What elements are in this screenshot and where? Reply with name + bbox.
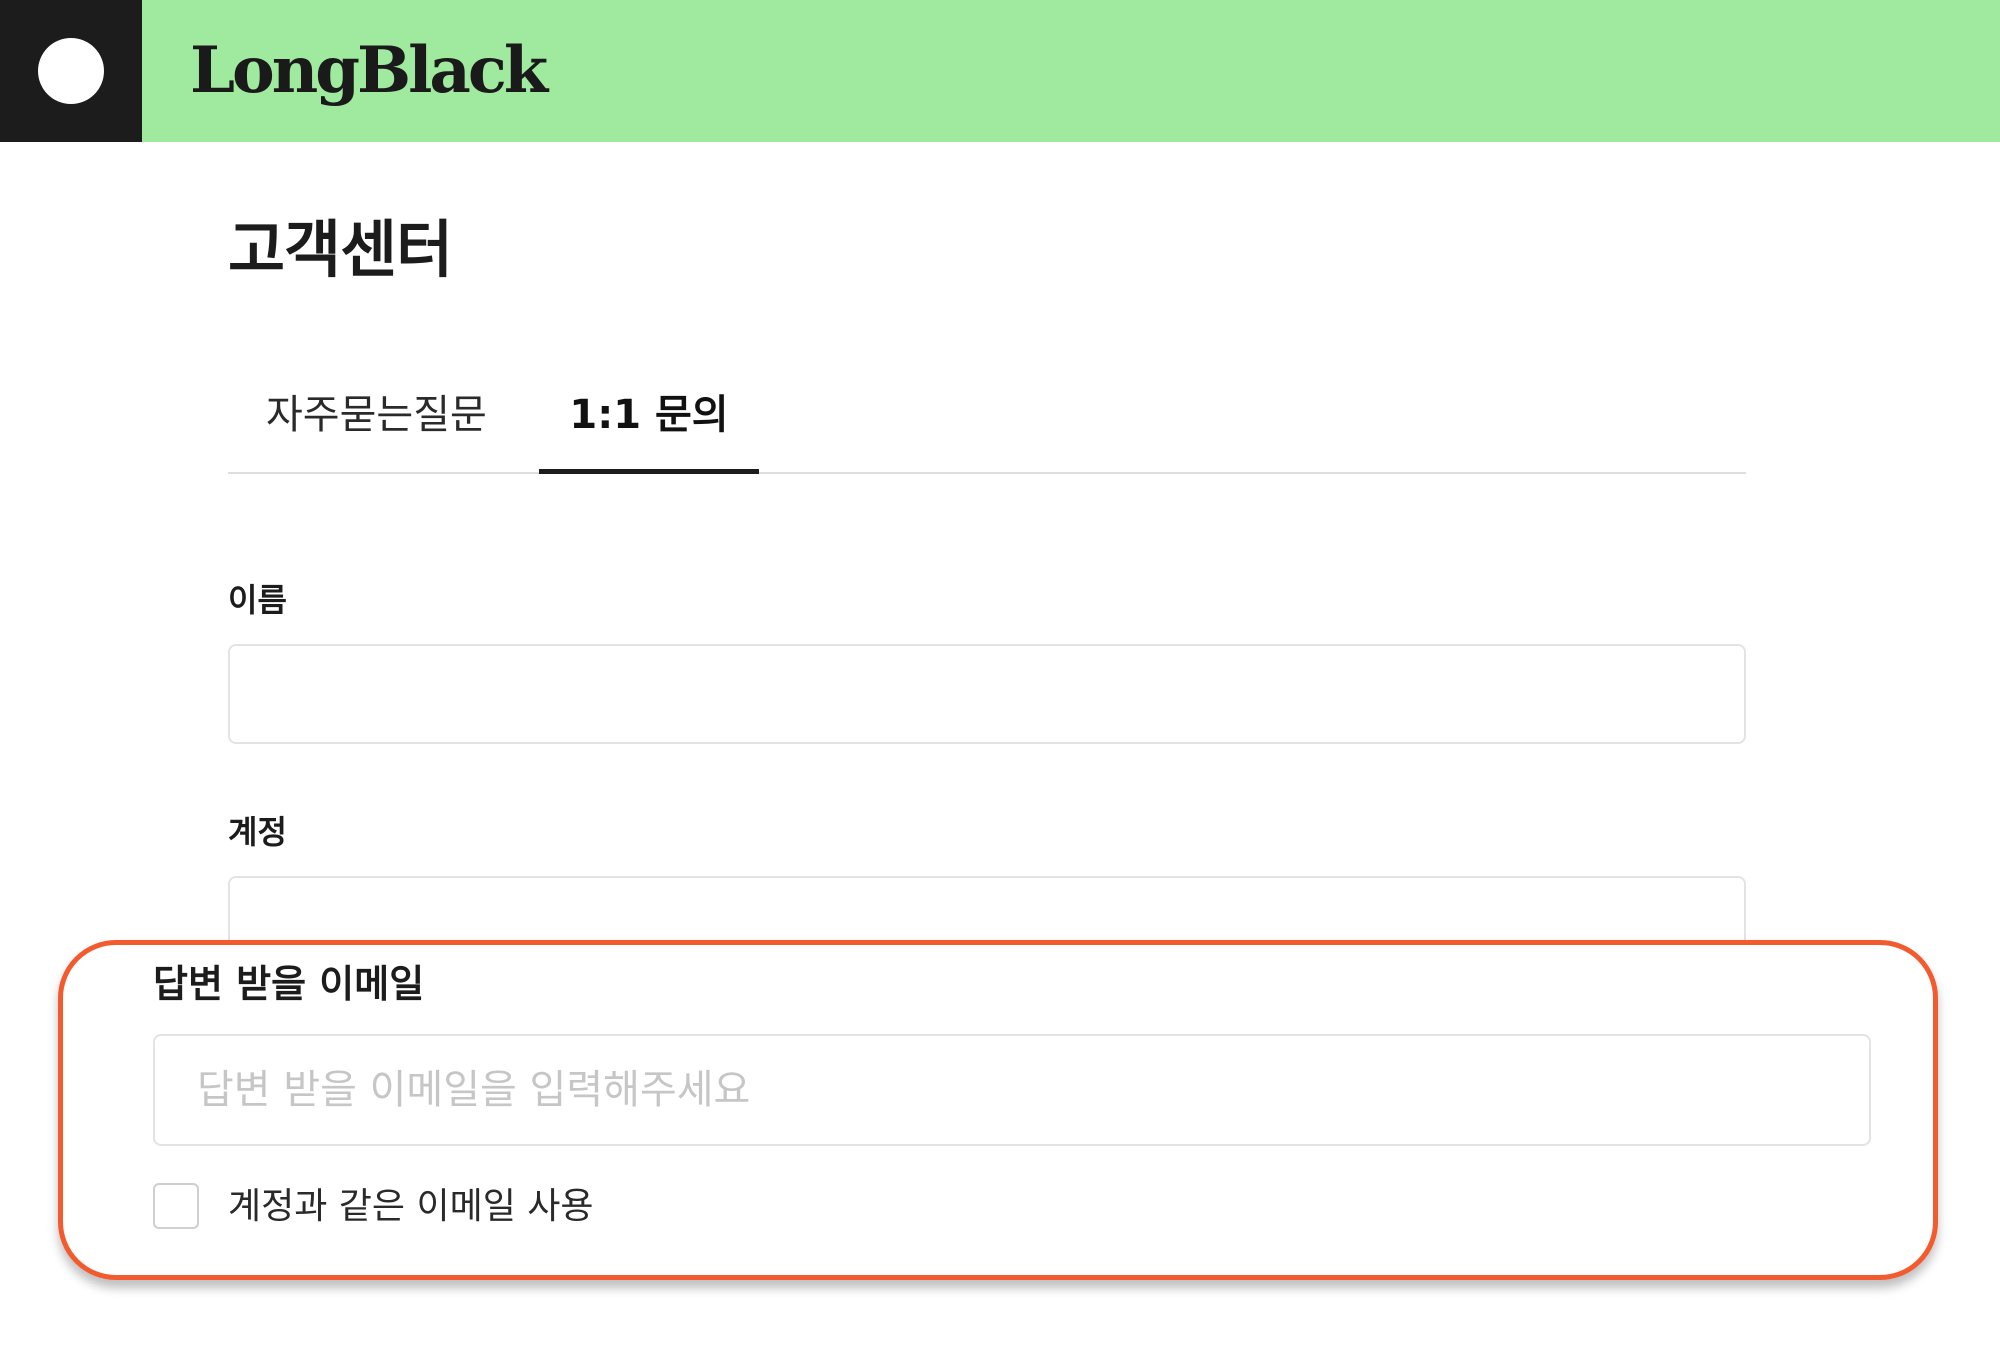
- account-label: 계정: [228, 813, 287, 851]
- same-email-checkbox[interactable]: [153, 1183, 199, 1229]
- top-header: LongBlack: [0, 0, 2000, 142]
- tab-faq[interactable]: 자주묻는질문: [266, 380, 487, 472]
- page-title: 고객센터: [228, 213, 453, 286]
- page: LongBlack 고객센터 자주묻는질문 1:1 문의 이름 계정 답변 받을…: [0, 0, 2000, 1364]
- name-label: 이름: [228, 581, 287, 619]
- logo-dot-icon: [38, 38, 104, 104]
- tab-one-to-one-inquiry[interactable]: 1:1 문의: [539, 380, 759, 472]
- brand-logo[interactable]: LongBlack: [190, 26, 548, 116]
- tab-bar: 자주묻는질문 1:1 문의: [228, 380, 1746, 474]
- active-tab-indicator: [539, 469, 759, 474]
- name-input[interactable]: [228, 644, 1746, 744]
- reply-email-input[interactable]: [153, 1034, 1871, 1146]
- same-email-checkbox-label[interactable]: 계정과 같은 이메일 사용: [228, 1184, 594, 1230]
- reply-email-label: 답변 받을 이메일: [153, 962, 425, 1006]
- logo-block[interactable]: [0, 0, 142, 142]
